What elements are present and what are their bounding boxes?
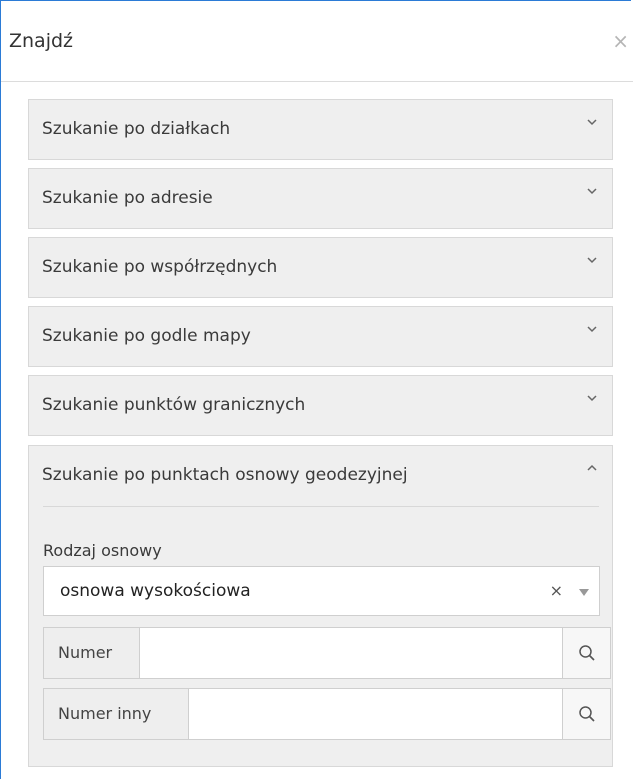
chevron-down-icon (587, 395, 597, 402)
chevron-up-icon (587, 464, 597, 471)
accordion-item-label: Szukanie punktów granicznych (42, 395, 306, 415)
control-type-label: Rodzaj osnowy (43, 541, 162, 560)
search-icon (579, 706, 595, 722)
select-value: osnowa wysokościowa (60, 581, 251, 601)
other-number-input-group: Numer inny (43, 688, 611, 740)
control-type-select[interactable]: osnowa wysokościowa × (43, 566, 600, 616)
divider (43, 506, 599, 507)
accordion-item-boundary-points[interactable]: Szukanie punktów granicznych (28, 375, 613, 436)
accordion-header-geodetic-control[interactable]: Szukanie po punktach osnowy geodezyjnej (29, 446, 612, 507)
clear-icon[interactable]: × (550, 581, 563, 601)
accordion-item-geodetic-control: Szukanie po punktach osnowy geodezyjnej … (28, 445, 613, 767)
number-search-button[interactable] (562, 628, 610, 678)
accordion-item-coordinates[interactable]: Szukanie po współrzędnych (28, 237, 613, 298)
accordion-item-address[interactable]: Szukanie po adresie (28, 168, 613, 229)
chevron-down-icon (587, 119, 597, 126)
dropdown-arrow-icon[interactable] (579, 589, 589, 596)
accordion-item-map-sheet[interactable]: Szukanie po godle mapy (28, 306, 613, 367)
accordion-item-label: Szukanie po punktach osnowy geodezyjnej (42, 465, 408, 485)
number-input-group: Numer (43, 627, 611, 679)
other-number-addon: Numer inny (44, 689, 189, 739)
accordion-item-label: Szukanie po adresie (42, 188, 213, 208)
close-icon[interactable]: × (612, 31, 629, 51)
panel-header: Znajdź × (1, 1, 633, 82)
accordion-item-label: Szukanie po godle mapy (42, 326, 251, 346)
accordion-item-label: Szukanie po współrzędnych (42, 257, 278, 277)
other-number-input[interactable] (189, 689, 564, 739)
search-icon (579, 645, 595, 661)
chevron-down-icon (587, 188, 597, 195)
chevron-down-icon (587, 326, 597, 333)
accordion-item-parcels[interactable]: Szukanie po działkach (28, 99, 613, 160)
other-number-search-button[interactable] (562, 689, 610, 739)
number-addon: Numer (44, 628, 140, 678)
find-panel: Znajdź × Szukanie po działkach Szukanie … (0, 0, 633, 779)
panel-title: Znajdź (9, 30, 74, 52)
chevron-down-icon (587, 257, 597, 264)
number-input[interactable] (140, 628, 564, 678)
accordion-item-label: Szukanie po działkach (42, 119, 231, 139)
